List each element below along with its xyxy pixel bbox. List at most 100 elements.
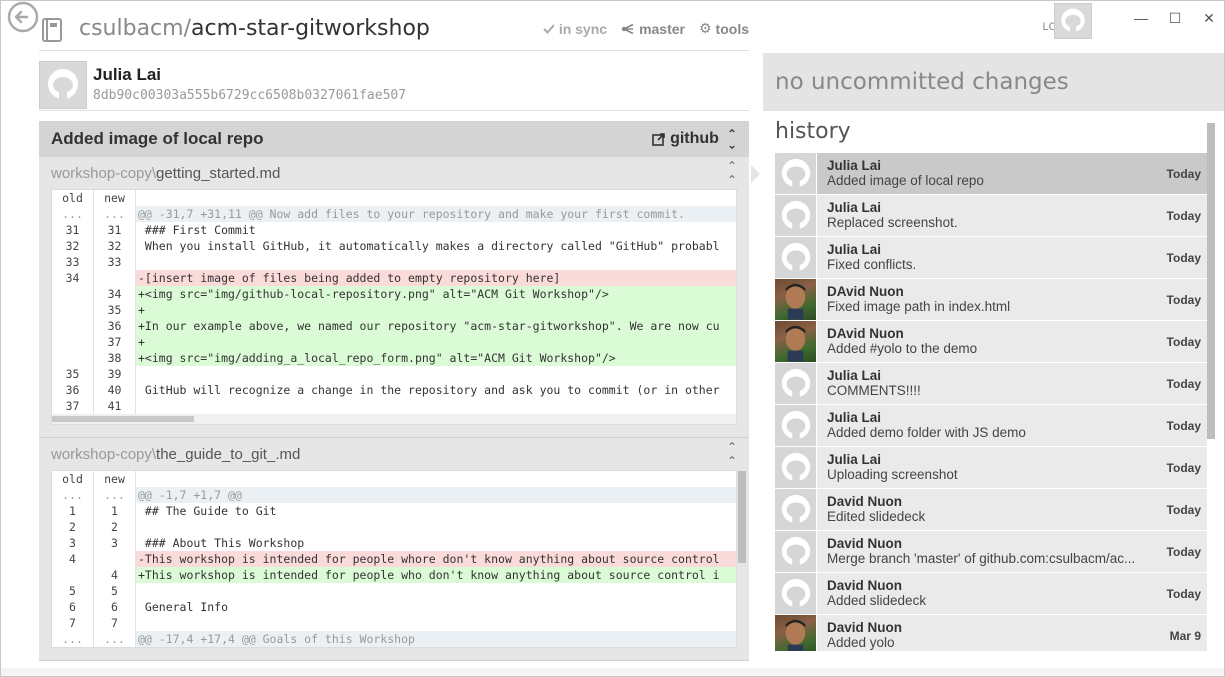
diff-line: ...... @@ -1,7 +1,7 @@: [52, 487, 736, 503]
minimize-button[interactable]: —: [1124, 7, 1158, 29]
history-item[interactable]: Julia Lai Added image of local repo Today: [775, 153, 1207, 195]
uncommitted-changes-banner[interactable]: no uncommitted changes: [763, 53, 1224, 111]
maximize-button[interactable]: ☐: [1158, 7, 1192, 29]
history-item[interactable]: DAvid Nuon Added #yolo to the demo Today: [775, 321, 1207, 363]
commit-title: Added image of local repo: [51, 129, 264, 148]
diff-code: [136, 366, 736, 382]
diff-code: [136, 615, 736, 631]
diff-line: 37 41: [52, 398, 736, 414]
old-line-number: 3: [52, 535, 94, 551]
col-old: old: [52, 471, 94, 487]
file-name: getting_started.md: [156, 164, 281, 182]
commit-sha[interactable]: 8db90c00303a555b6729cc6508b0327061fae507: [93, 88, 406, 103]
octocat-icon: [781, 494, 810, 524]
user-avatar[interactable]: [1054, 3, 1092, 39]
history-item[interactable]: Julia Lai COMMENTS!!!! Today: [775, 363, 1207, 405]
collapse-icon[interactable]: ⌃ ⌃: [727, 440, 737, 468]
diff-table: old new...... @@ -1,7 +1,7 @@ 1 1 ## The Gui…: [51, 470, 737, 648]
diff-scrollbar[interactable]: [738, 471, 746, 563]
old-line-number: ...: [52, 487, 94, 503]
new-line-number: 5: [94, 583, 136, 599]
new-line-number: 3: [94, 535, 136, 551]
close-button[interactable]: ✕: [1192, 7, 1224, 29]
history-date: Today: [1166, 544, 1201, 559]
commit-author-row: Julia Lai 8db90c00303a555b6729cc6508b032…: [39, 61, 749, 111]
history-item[interactable]: David Nuon Added slidedeck Today: [775, 573, 1207, 615]
avatar: [775, 195, 817, 236]
collapse-icon[interactable]: ⌃ ⌃: [727, 159, 737, 187]
history-author: Julia Lai: [827, 158, 882, 173]
octocat-icon: [1061, 8, 1085, 33]
repo-book-icon: [42, 17, 62, 42]
diff-code: General Info: [138, 600, 229, 614]
history-date: Today: [1166, 250, 1201, 265]
repo-toolbar: in sync master ⚙ tools: [543, 20, 749, 37]
avatar: [775, 363, 817, 404]
sync-status-button[interactable]: in sync: [543, 21, 607, 37]
repo-title[interactable]: csulbacm/acm-star-gitworkshop: [79, 16, 430, 41]
collapse-all-icon[interactable]: ⌃ ⌃: [727, 128, 737, 151]
history-item[interactable]: Julia Lai Fixed conflicts. Today: [775, 237, 1207, 279]
new-line-number: 1: [94, 503, 136, 519]
diff-line: 36 40 GitHub will recognize a change in t…: [52, 382, 736, 398]
octocat-icon: [781, 452, 810, 482]
github-link[interactable]: github: [652, 130, 719, 148]
diff-code: +<img src="img/github-local-repository.p…: [136, 286, 736, 302]
diff-code: @@ -17,4 +17,4 @@ Goals of this Workshop: [138, 632, 415, 646]
diff-line: 35 39: [52, 366, 736, 382]
old-line-number: ...: [52, 631, 94, 647]
diff-code: ### First Commit: [138, 223, 256, 237]
user-photo-icon: [785, 619, 806, 651]
history-date: Today: [1166, 334, 1201, 349]
old-line-number: 7: [52, 615, 94, 631]
diff-line: 34 +<img src="img/github-local-repository…: [52, 286, 736, 302]
old-line-number: 5: [52, 583, 94, 599]
new-line-number: ...: [94, 487, 136, 503]
old-line-number: 6: [52, 599, 94, 615]
file-dir: workshop-copy\: [51, 445, 157, 463]
history-date: Today: [1166, 418, 1201, 433]
history-item[interactable]: Julia Lai Added demo folder with JS demo T…: [775, 405, 1207, 447]
old-line-number: 2: [52, 519, 94, 535]
history-item[interactable]: Julia Lai Uploading screenshot Today: [775, 447, 1207, 489]
diff-code: ### About This Workshop: [138, 536, 305, 550]
old-line-number: [52, 318, 94, 334]
history-message: Added slidedeck: [827, 593, 927, 608]
repo-owner: csulbacm/: [79, 16, 191, 41]
octocat-icon: [48, 69, 78, 100]
old-line-number: 37: [52, 398, 94, 414]
history-item[interactable]: David Nuon Edited slidedeck Today: [775, 489, 1207, 531]
file-header[interactable]: workshop-copy\ the_guide_to_git_.md ⌃ ⌃: [51, 438, 737, 470]
file-name: the_guide_to_git_.md: [156, 445, 301, 463]
commit-diff-panel: Added image of local repo github ⌃ ⌃ work…: [39, 121, 749, 661]
history-item[interactable]: David Nuon Added yolo Mar 9: [775, 615, 1207, 651]
diff-code: [136, 583, 736, 599]
tools-button[interactable]: ⚙ tools: [699, 20, 749, 37]
new-line-number: 32: [94, 238, 136, 254]
diff-hscrollbar[interactable]: [52, 414, 736, 424]
old-line-number: 34: [52, 270, 94, 286]
history-item[interactable]: DAvid Nuon Fixed image path in index.html…: [775, 279, 1207, 321]
history-item[interactable]: Julia Lai Replaced screenshot. Today: [775, 195, 1207, 237]
history-message: Added image of local repo: [827, 173, 984, 188]
old-line-number: [52, 350, 94, 366]
new-line-number: 40: [94, 382, 136, 398]
history-date: Today: [1166, 208, 1201, 223]
branch-icon: [621, 23, 634, 34]
new-line-number: 41: [94, 398, 136, 414]
octocat-icon: [781, 200, 810, 230]
history-scrollbar[interactable]: [1207, 123, 1215, 439]
old-line-number: 4: [52, 551, 94, 567]
history-message: Edited slidedeck: [827, 509, 926, 524]
diff-code: -This workshop is intended for people wh…: [136, 551, 736, 567]
minimize-icon: —: [1134, 10, 1148, 26]
history-item[interactable]: David Nuon Merge branch 'master' of githu…: [775, 531, 1207, 573]
file-dir: workshop-copy\: [51, 164, 157, 182]
branch-button[interactable]: master: [621, 21, 685, 37]
diff-line: 4 -This workshop is intended for people w…: [52, 551, 736, 567]
back-button[interactable]: [5, 1, 41, 33]
app-window: csulbacm/acm-star-gitworkshop in sync ma…: [0, 0, 1225, 677]
file-header[interactable]: workshop-copy\ getting_started.md ⌃ ⌃: [51, 157, 737, 189]
diff-code: When you install GitHub, it automaticall…: [138, 239, 720, 253]
diff-code: GitHub will recognize a change in the re…: [138, 383, 720, 397]
